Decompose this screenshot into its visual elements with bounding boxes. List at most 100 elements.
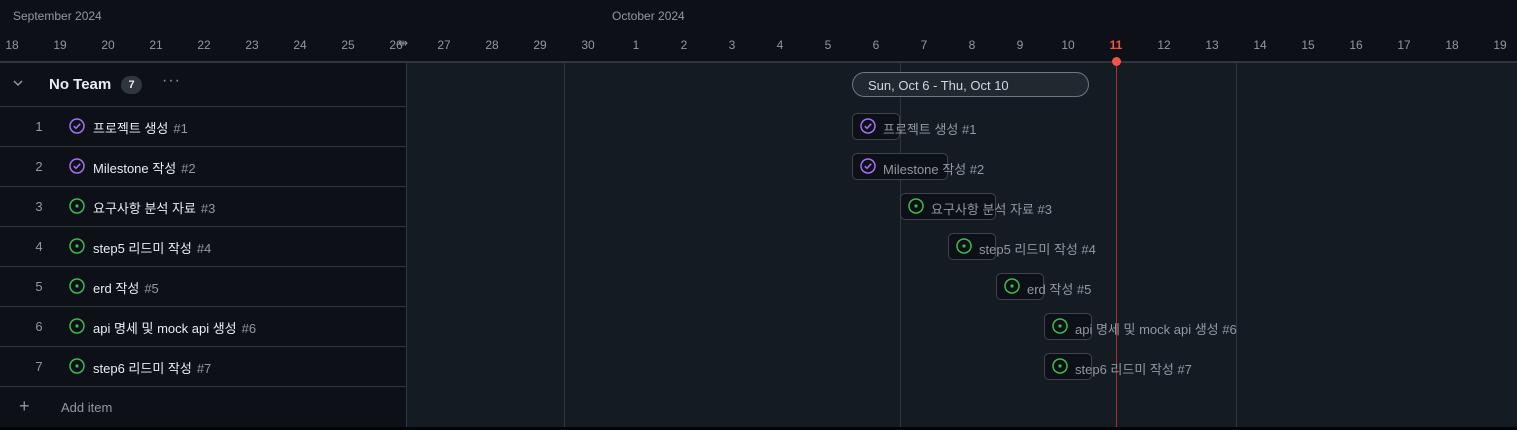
day-label: 21: [149, 38, 163, 52]
row-title[interactable]: 프로젝트 생성 #1: [93, 118, 188, 137]
day-label: 5: [824, 38, 832, 52]
issue-title[interactable]: erd 작성: [93, 281, 139, 296]
issue-number: #7: [196, 361, 212, 376]
open-issue-icon: [69, 318, 85, 334]
day-label: 3: [728, 38, 736, 52]
closed-issue-icon: [69, 118, 85, 134]
day-label: 13: [1205, 38, 1219, 52]
day-label: 14: [1253, 38, 1267, 52]
open-issue-icon: [69, 278, 85, 294]
open-issue-icon: [69, 358, 85, 374]
item-table: No Team 7 ··· 1 프로젝트 생성 #1 2 Milestone 작성 #2 3…: [0, 63, 407, 430]
issue-number: #6: [241, 321, 257, 336]
table-row[interactable]: 5 erd 작성 #5: [0, 267, 406, 307]
open-issue-icon: [1004, 278, 1020, 294]
issue-number: #5: [144, 281, 159, 296]
issue-number: #1: [173, 121, 188, 136]
issue-title[interactable]: Milestone 작성: [93, 161, 176, 176]
group-header[interactable]: No Team 7 ···: [0, 63, 406, 107]
add-item-label[interactable]: Add item: [61, 400, 112, 415]
week-divider: [900, 63, 901, 427]
group-title: No Team: [49, 76, 112, 93]
row-number: 3: [35, 199, 43, 214]
row-title[interactable]: Milestone 작성 #2: [93, 158, 196, 177]
week-divider: [1236, 63, 1237, 427]
day-label: 18: [1445, 38, 1459, 52]
issue-title[interactable]: step5 리드미 작성: [93, 241, 192, 256]
day-label: 23: [245, 38, 259, 52]
day-label: 1: [632, 38, 640, 52]
gantt-bar-label[interactable]: 프로젝트 생성 #1: [883, 119, 976, 138]
day-label: 28: [485, 38, 499, 52]
timeline-chart: Sun, Oct 6 - Thu, Oct 10 프로젝트 생성 #1 Miles…: [407, 57, 1517, 427]
day-label: 10: [1061, 38, 1075, 52]
day-label: 16: [1349, 38, 1363, 52]
table-row[interactable]: 6 api 명세 및 mock api 생성 #6: [0, 307, 406, 347]
row-title[interactable]: api 명세 및 mock api 생성 #6: [93, 318, 256, 337]
day-label: 17: [1397, 38, 1411, 52]
open-issue-icon: [908, 198, 924, 214]
issue-title[interactable]: 요구사항 분석 자료: [93, 201, 196, 216]
day-label: 30: [581, 38, 595, 52]
gantt-bar-label[interactable]: Milestone 작성 #2: [883, 159, 984, 178]
row-title[interactable]: step6 리드미 작성 #7: [93, 358, 211, 377]
gantt-bar-label[interactable]: step5 리드미 작성 #4: [979, 239, 1096, 258]
open-issue-icon: [1052, 358, 1068, 374]
row-title[interactable]: erd 작성 #5: [93, 278, 159, 297]
row-number: 7: [35, 359, 43, 374]
chevron-down-icon[interactable]: [12, 77, 24, 89]
issue-title[interactable]: step6 리드미 작성: [93, 361, 192, 376]
issue-number: #3: [200, 201, 216, 216]
row-number: 5: [35, 279, 43, 294]
day-label: 12: [1157, 38, 1171, 52]
day-label: 11: [1109, 38, 1123, 52]
table-row[interactable]: 3 요구사항 분석 자료 #3: [0, 187, 406, 227]
day-label: 2: [680, 38, 688, 52]
gantt-bar-label[interactable]: erd 작성 #5: [1027, 279, 1091, 298]
table-row[interactable]: 7 step6 리드미 작성 #7: [0, 347, 406, 387]
date-range-pill: Sun, Oct 6 - Thu, Oct 10: [852, 72, 1089, 97]
gantt-bar-label[interactable]: api 명세 및 mock api 생성 #6: [1075, 319, 1237, 338]
open-issue-icon: [956, 238, 972, 254]
group-count-badge: 7: [121, 76, 142, 94]
day-label: 9: [1016, 38, 1024, 52]
plus-icon[interactable]: +: [19, 396, 30, 417]
closed-issue-icon: [860, 118, 876, 134]
day-label: 6: [872, 38, 880, 52]
day-label: 24: [293, 38, 307, 52]
day-label: 15: [1301, 38, 1315, 52]
day-label: 29: [533, 38, 547, 52]
day-label: 22: [197, 38, 211, 52]
more-options-icon[interactable]: ···: [162, 72, 181, 90]
day-label: 25: [341, 38, 355, 52]
issue-title[interactable]: api 명세 및 mock api 생성: [93, 321, 237, 336]
timeline-header: September 2024 October 2024 18 19 20 21 22 23…: [0, 0, 1517, 63]
table-row[interactable]: 1 프로젝트 생성 #1: [0, 107, 406, 147]
month-label-october: October 2024: [612, 9, 685, 23]
day-label: 19: [53, 38, 67, 52]
open-issue-icon: [69, 238, 85, 254]
table-row[interactable]: 2 Milestone 작성 #2: [0, 147, 406, 187]
week-divider: [564, 63, 565, 427]
row-title[interactable]: 요구사항 분석 자료 #3: [93, 198, 215, 217]
month-label-september: September 2024: [13, 9, 102, 23]
day-label: 19: [1493, 38, 1507, 52]
gantt-bar-label[interactable]: 요구사항 분석 자료 #3: [931, 199, 1052, 218]
open-issue-icon: [1052, 318, 1068, 334]
gantt-bar-label[interactable]: step6 리드미 작성 #7: [1075, 359, 1192, 378]
issue-number: #2: [181, 161, 196, 176]
day-label: 4: [776, 38, 784, 52]
row-number: 4: [35, 239, 43, 254]
open-issue-icon: [69, 198, 85, 214]
table-row[interactable]: 4 step5 리드미 작성 #4: [0, 227, 406, 267]
row-number: 2: [35, 159, 43, 174]
row-number: 6: [35, 319, 43, 334]
issue-title[interactable]: 프로젝트 생성: [93, 121, 168, 136]
column-resize-handle[interactable]: ⇹: [398, 36, 408, 50]
issue-number: #4: [196, 241, 212, 256]
add-item-row[interactable]: + Add item: [0, 387, 406, 428]
day-label: 26: [389, 38, 403, 52]
day-label: 27: [437, 38, 451, 52]
closed-issue-icon: [860, 158, 876, 174]
row-title[interactable]: step5 리드미 작성 #4: [93, 238, 211, 257]
